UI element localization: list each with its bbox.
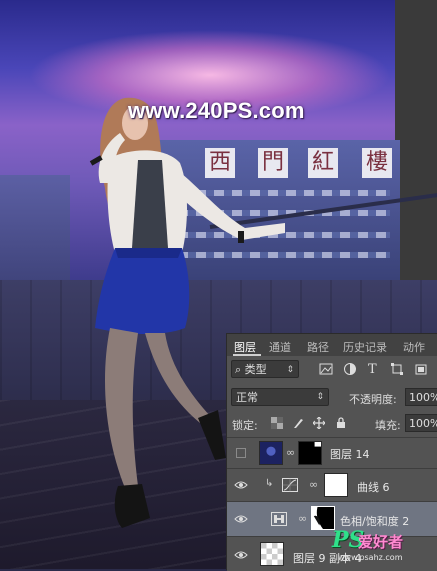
fill-input[interactable]: 100% xyxy=(405,414,437,432)
tab-channels[interactable]: 通道 xyxy=(269,339,291,355)
updown-arrow-icon: ⇕ xyxy=(286,365,294,375)
watermark-text: www.240PS.com xyxy=(128,98,305,123)
filter-kind-select[interactable]: ⌕ 类型 ⇕ xyxy=(231,360,299,378)
logo-cn-text: 爱好者 xyxy=(358,533,404,551)
tab-layers[interactable]: 图层 xyxy=(234,339,256,355)
eye-icon[interactable] xyxy=(234,478,248,492)
layer-thumbnail xyxy=(259,441,283,465)
logo-url-text: www.psahz.com xyxy=(338,553,403,562)
curves-adjustment-icon xyxy=(282,478,298,492)
layer-mask-thumbnail xyxy=(298,441,322,465)
layer-name: 图层 14 xyxy=(330,448,370,461)
eye-icon[interactable] xyxy=(234,512,248,526)
hue-saturation-adjustment-icon xyxy=(271,512,287,526)
sign-char: 樓 xyxy=(362,148,392,178)
clipping-arrow-icon: ↳ xyxy=(265,478,274,489)
smart-object-filter-icon[interactable] xyxy=(414,362,428,376)
lock-label: 锁定: xyxy=(232,419,258,432)
updown-arrow-icon: ⇕ xyxy=(316,392,324,402)
layer-filter-row: ⌕ 类型 ⇕ T xyxy=(227,358,437,382)
blend-mode-value: 正常 xyxy=(236,391,258,404)
chain-link-icon[interactable]: ∞ xyxy=(286,446,295,459)
tab-history[interactable]: 历史记录 xyxy=(343,339,387,355)
layer-name: 曲线 6 xyxy=(357,481,390,494)
type-filter-icon[interactable]: T xyxy=(368,362,382,377)
shape-filter-icon[interactable] xyxy=(390,362,404,376)
layer-row[interactable]: ↳ ∞ 曲线 6 xyxy=(227,468,437,501)
layer-row[interactable]: ∞ 图层 14 xyxy=(227,437,437,468)
lock-all-icon[interactable] xyxy=(335,417,347,429)
opacity-input[interactable]: 100% xyxy=(405,388,437,406)
tab-actions[interactable]: 动作 xyxy=(403,339,425,355)
layer-mask-thumbnail xyxy=(324,473,348,497)
site-logo: PS 爱好者 www.psahz.com xyxy=(332,527,436,567)
lock-transparency-icon[interactable] xyxy=(271,417,283,429)
sign-char: 紅 xyxy=(308,148,338,178)
visibility-toggle-empty[interactable] xyxy=(236,448,246,458)
search-icon: ⌕ xyxy=(235,363,245,376)
layer-thumbnail xyxy=(260,542,284,566)
lock-row: 锁定: 填充: 100% xyxy=(227,412,437,434)
chain-link-icon[interactable]: ∞ xyxy=(298,512,307,525)
adjustment-filter-icon[interactable] xyxy=(343,362,357,376)
active-tab-indicator xyxy=(233,354,261,356)
blend-mode-select[interactable]: 正常 ⇕ xyxy=(231,388,329,406)
filter-kind-value: 类型 xyxy=(244,363,267,376)
fill-label: 填充: xyxy=(375,419,401,432)
image-filter-icon[interactable] xyxy=(319,362,333,376)
panel-tabs: 图层 通道 路径 历史记录 动作 xyxy=(227,334,437,356)
lock-position-move-icon[interactable] xyxy=(313,417,325,429)
eye-icon[interactable] xyxy=(234,548,248,562)
blend-row: 正常 ⇕ 不透明度: 100% xyxy=(227,386,437,408)
chain-link-icon[interactable]: ∞ xyxy=(309,478,318,491)
tab-paths[interactable]: 路径 xyxy=(307,339,329,355)
lock-pixels-brush-icon[interactable] xyxy=(292,417,304,429)
opacity-label: 不透明度: xyxy=(349,393,397,406)
